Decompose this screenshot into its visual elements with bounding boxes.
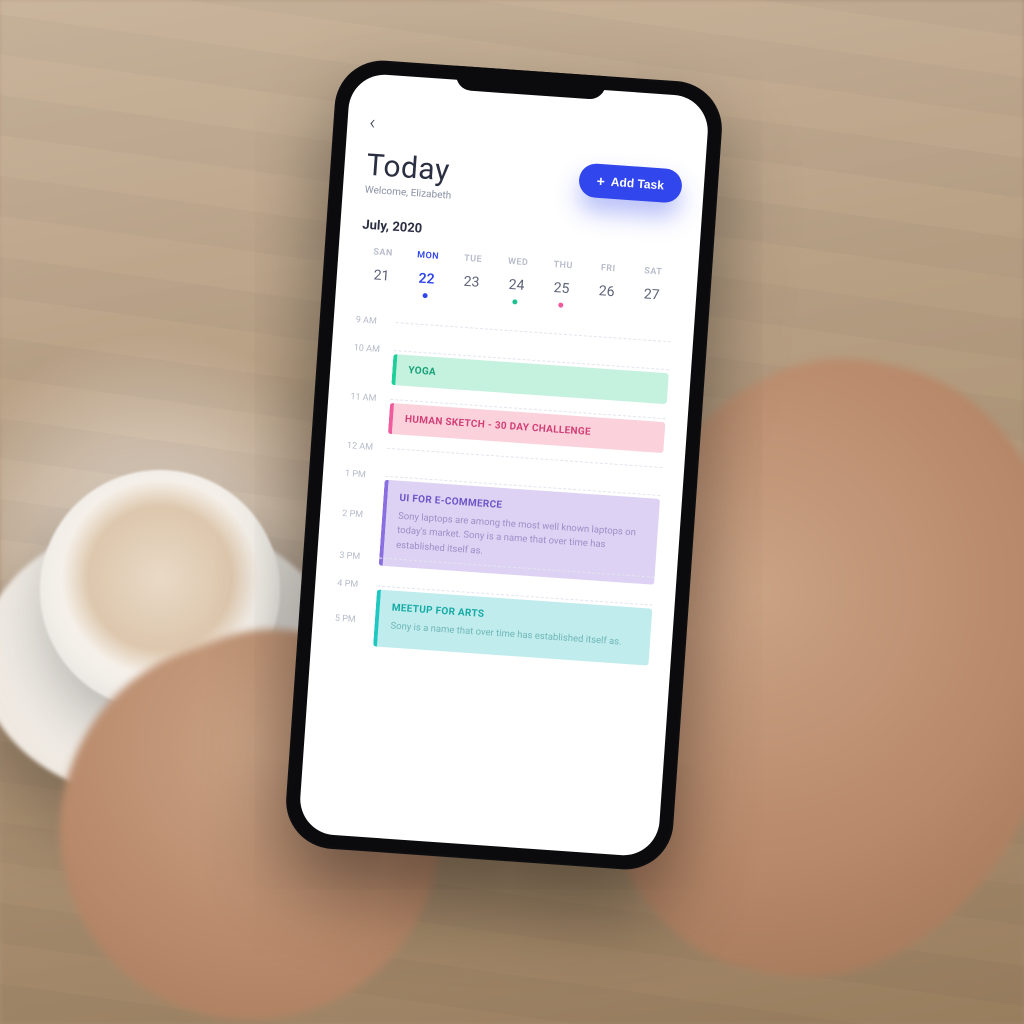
time-label: 9 AM (355, 311, 396, 328)
day-cell[interactable]: FRI 26 (583, 262, 631, 312)
day-cell[interactable]: SAT 27 (628, 265, 676, 315)
event-dot-icon (513, 299, 518, 304)
day-cell-selected[interactable]: MON 22 (403, 250, 451, 300)
day-of-week: MON (405, 250, 451, 263)
day-cell[interactable]: THU 25 (538, 259, 586, 309)
event-title: YOGA (408, 365, 656, 393)
time-label: 1 PM (345, 465, 386, 482)
time-label: 4 PM (337, 574, 378, 591)
time-label: 3 PM (339, 547, 380, 564)
day-number: 23 (448, 273, 494, 292)
phone-frame: ‹ Today Welcome, Elizabeth + Add Task Ju… (283, 57, 725, 872)
day-number: 27 (629, 285, 675, 304)
event-dot-icon (423, 293, 428, 298)
back-button[interactable]: ‹ (369, 110, 377, 134)
week-strip: SAN 21 MON 22 TUE 23 WED 24 THU 25 (358, 246, 677, 315)
day-number: 22 (403, 270, 449, 289)
timeline[interactable]: 9 AM 10 AM YOGA 11 AM HUMAN SKETCH - 30 … (335, 311, 672, 645)
page-title: Today (365, 148, 454, 189)
day-cell[interactable]: SAN 21 (358, 246, 406, 296)
time-label: 11 AM (350, 388, 391, 405)
day-cell[interactable]: TUE 23 (448, 253, 496, 303)
day-number: 25 (539, 279, 585, 298)
event-title: HUMAN SKETCH - 30 DAY CHALLENGE (405, 414, 653, 442)
event-dot-icon (558, 302, 563, 307)
day-of-week: THU (540, 259, 586, 272)
chevron-left-icon: ‹ (369, 110, 377, 134)
time-label: 12 AM (347, 437, 388, 454)
day-of-week: SAT (630, 265, 676, 278)
day-cell[interactable]: WED 24 (493, 256, 541, 306)
day-of-week: SAN (360, 246, 406, 259)
app-screen: ‹ Today Welcome, Elizabeth + Add Task Ju… (298, 72, 710, 857)
day-of-week: FRI (585, 262, 631, 275)
day-of-week: TUE (450, 253, 496, 266)
add-task-label: Add Task (610, 175, 664, 193)
day-number: 21 (358, 266, 404, 285)
plus-icon: + (596, 174, 605, 189)
day-number: 24 (493, 276, 539, 295)
day-number: 26 (584, 282, 630, 301)
header: Today Welcome, Elizabeth + Add Task (364, 148, 683, 218)
time-label: 5 PM (335, 610, 376, 627)
day-of-week: WED (495, 256, 541, 269)
header-text: Today Welcome, Elizabeth (364, 148, 454, 202)
add-task-button[interactable]: + Add Task (578, 163, 683, 204)
time-label: 10 AM (353, 339, 394, 356)
time-label: 2 PM (342, 505, 383, 522)
